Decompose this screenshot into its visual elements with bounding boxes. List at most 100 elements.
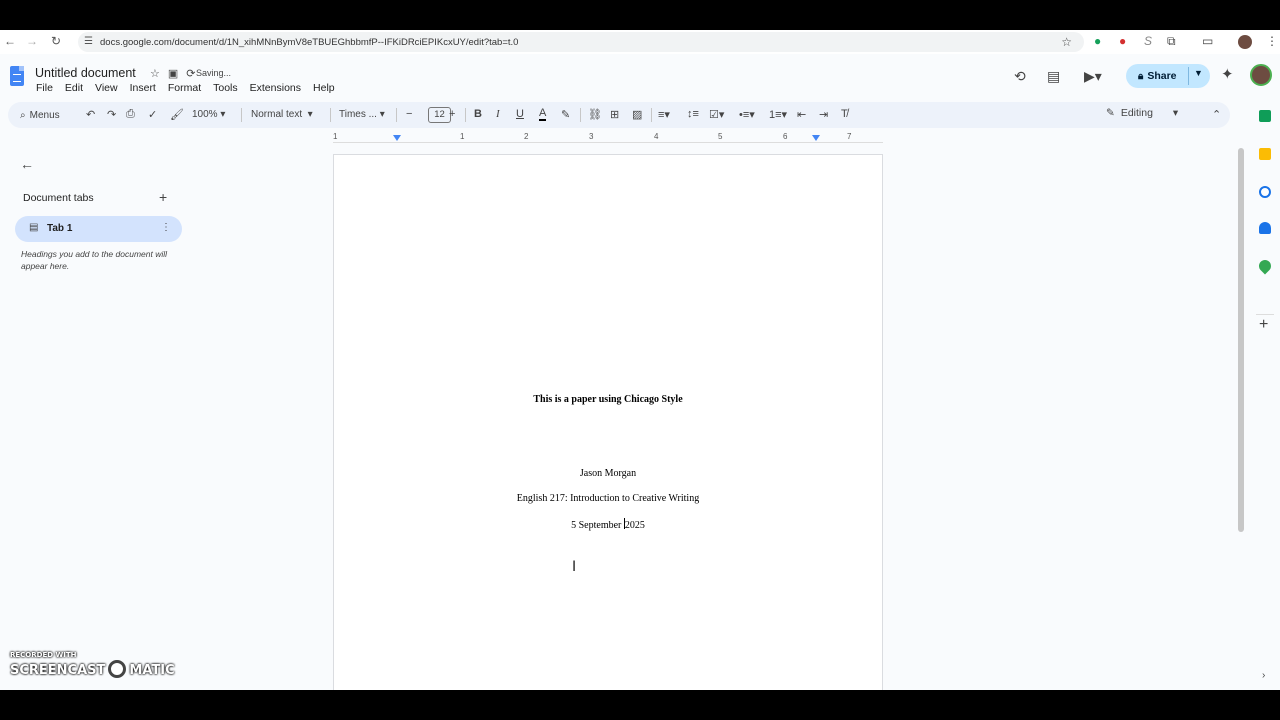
close-tabs-panel-icon[interactable]: ← bbox=[20, 156, 34, 172]
numbered-list-icon[interactable]: 1≡▾ bbox=[769, 108, 787, 121]
menu-extensions[interactable]: Extensions bbox=[244, 82, 307, 94]
underline-icon[interactable]: U bbox=[516, 108, 524, 120]
decrease-font-size-icon[interactable]: − bbox=[406, 108, 412, 120]
undo-icon[interactable]: ↶ bbox=[86, 108, 95, 121]
gemini-sparkle-icon[interactable]: ✦ bbox=[1221, 65, 1234, 83]
version-history-icon[interactable]: ⟲ bbox=[1014, 68, 1026, 85]
ruler-tick: 5 bbox=[718, 132, 723, 141]
tab-1[interactable]: ▤ Tab 1 ⋮ bbox=[15, 216, 182, 242]
address-bar[interactable]: ☰ docs.google.com/document/d/1N_xihMNnBy… bbox=[78, 32, 1084, 52]
left-indent-marker[interactable] bbox=[393, 135, 401, 141]
menu-format[interactable]: Format bbox=[162, 82, 207, 94]
style-select[interactable]: Normal text ▾ bbox=[251, 109, 313, 120]
comments-icon[interactable]: ▤ bbox=[1047, 68, 1060, 85]
author-name: Jason Morgan bbox=[579, 468, 637, 479]
clear-formatting-icon[interactable]: T̸ bbox=[841, 108, 848, 120]
document-tabs-heading: Document tabs bbox=[23, 192, 94, 204]
script-extension-icon[interactable]: S bbox=[1144, 34, 1152, 48]
document-title[interactable]: Untitled document bbox=[35, 66, 136, 80]
highlight-icon[interactable]: ✎ bbox=[561, 108, 570, 121]
collapse-toolbar-icon[interactable]: ⌃ bbox=[1212, 108, 1221, 121]
hide-side-panel-icon[interactable]: › bbox=[1262, 670, 1265, 681]
add-tab-icon[interactable]: + bbox=[159, 189, 167, 205]
star-icon[interactable]: ☆ bbox=[150, 67, 160, 80]
spellcheck-icon[interactable]: ✓ bbox=[148, 108, 157, 121]
bulleted-list-icon[interactable]: •≡▾ bbox=[739, 108, 755, 121]
get-addons-icon[interactable]: + bbox=[1259, 316, 1268, 334]
ruler-tick: 4 bbox=[654, 132, 659, 141]
move-folder-icon[interactable]: ▣ bbox=[168, 67, 178, 80]
lock-icon: 🔒︎ bbox=[1138, 70, 1144, 82]
extensions-puzzle-icon[interactable]: ⧉ bbox=[1167, 34, 1176, 49]
editing-mode-select[interactable]: ✎ Editing ▾ bbox=[1106, 107, 1178, 119]
menu-edit[interactable]: Edit bbox=[59, 82, 89, 94]
chevron-down-icon: ▾ bbox=[1172, 107, 1179, 119]
right-indent-marker[interactable] bbox=[812, 135, 820, 141]
link-icon[interactable]: ⛓︎ bbox=[588, 108, 602, 121]
menu-help[interactable]: Help bbox=[307, 82, 341, 94]
grammarly-extension-icon[interactable]: ● bbox=[1094, 34, 1101, 48]
sheets-icon[interactable] bbox=[1259, 110, 1271, 122]
ruler-tick: 1 bbox=[333, 132, 338, 141]
search-icon: ⌕ bbox=[20, 109, 26, 121]
account-avatar[interactable] bbox=[1250, 64, 1272, 86]
letterbox-top bbox=[0, 0, 1280, 30]
italic-icon[interactable]: I bbox=[496, 108, 500, 120]
save-status: Saving... bbox=[196, 68, 232, 78]
tasks-icon[interactable] bbox=[1259, 186, 1271, 198]
font-size-input[interactable]: 12 bbox=[428, 107, 451, 123]
line-spacing-icon[interactable]: ↕≡ bbox=[687, 108, 699, 120]
document-page[interactable]: This is a paper using Chicago Style Jaso… bbox=[333, 154, 883, 690]
site-info-icon[interactable]: ☰ bbox=[84, 36, 93, 47]
decrease-indent-icon[interactable]: ⇤ bbox=[797, 108, 806, 121]
increase-indent-icon[interactable]: ⇥ bbox=[819, 108, 828, 121]
more-options-icon[interactable]: ⋮ bbox=[161, 222, 171, 233]
text-color-icon[interactable]: A bbox=[539, 108, 547, 121]
profile-avatar-icon[interactable] bbox=[1238, 35, 1252, 49]
contacts-icon[interactable] bbox=[1259, 222, 1271, 234]
docs-logo-icon[interactable] bbox=[10, 66, 24, 86]
checklist-icon[interactable]: ☑▾ bbox=[709, 108, 724, 121]
share-button[interactable]: 🔒︎ Share ▼ bbox=[1126, 64, 1210, 88]
meet-icon[interactable]: ▶▾ bbox=[1084, 68, 1102, 85]
bold-icon[interactable]: B bbox=[474, 108, 482, 120]
maps-icon[interactable] bbox=[1256, 257, 1274, 275]
chevron-down-icon[interactable]: ▼ bbox=[1194, 68, 1203, 78]
zoom-select[interactable]: 100% ▾ bbox=[192, 109, 225, 120]
course-name: English 217: Introduction to Creative Wr… bbox=[516, 493, 700, 504]
menu-tools[interactable]: Tools bbox=[207, 82, 244, 94]
screen: ← → ↻ ☰ docs.google.com/document/d/1N_xi… bbox=[0, 30, 1280, 690]
search-menus-button[interactable]: ⌕ Menus bbox=[12, 105, 82, 125]
back-icon[interactable]: ← bbox=[0, 34, 20, 48]
bookmark-star-icon[interactable]: ☆ bbox=[1061, 35, 1072, 49]
ruler-tick: 2 bbox=[524, 132, 529, 141]
menu-bar: File Edit View Insert Format Tools Exten… bbox=[30, 82, 341, 94]
menu-file[interactable]: File bbox=[30, 82, 59, 94]
print-icon[interactable]: ⎙ bbox=[126, 108, 135, 121]
pencil-icon: ✎ bbox=[1106, 107, 1115, 119]
align-icon[interactable]: ≡▾ bbox=[658, 108, 670, 121]
docs-header: Untitled document ☆ ▣ ⟳ Saving... File E… bbox=[0, 54, 1280, 98]
browser-bar: ← → ↻ ☰ docs.google.com/document/d/1N_xi… bbox=[0, 30, 1280, 54]
vertical-scrollbar[interactable] bbox=[1238, 148, 1244, 532]
cast-icon[interactable]: ▭ bbox=[1202, 34, 1213, 48]
tab-label: Tab 1 bbox=[47, 223, 73, 234]
paper-title: This is a paper using Chicago Style bbox=[533, 394, 683, 405]
add-comment-icon[interactable]: ⊞ bbox=[610, 108, 619, 121]
keep-icon[interactable] bbox=[1259, 148, 1271, 160]
insert-image-icon[interactable]: ▨ bbox=[632, 108, 642, 121]
increase-font-size-icon[interactable]: + bbox=[449, 108, 455, 120]
menu-insert[interactable]: Insert bbox=[124, 82, 162, 94]
ruler-tick: 1 bbox=[460, 132, 465, 141]
ruler-tick: 3 bbox=[589, 132, 594, 141]
paint-format-icon[interactable]: 🖌︎ bbox=[170, 108, 184, 121]
browser-menu-icon[interactable]: ⋮ bbox=[1266, 34, 1278, 48]
forward-icon[interactable]: → bbox=[22, 34, 42, 48]
reload-icon[interactable]: ↻ bbox=[46, 34, 66, 48]
side-panel: + › bbox=[1250, 98, 1280, 690]
redo-icon[interactable]: ↷ bbox=[107, 108, 116, 121]
extension-badge-icon[interactable]: ● bbox=[1119, 34, 1126, 48]
menu-view[interactable]: View bbox=[89, 82, 124, 94]
search-menus-label: Menus bbox=[29, 109, 60, 121]
font-select[interactable]: Times ... ▾ bbox=[339, 109, 385, 120]
